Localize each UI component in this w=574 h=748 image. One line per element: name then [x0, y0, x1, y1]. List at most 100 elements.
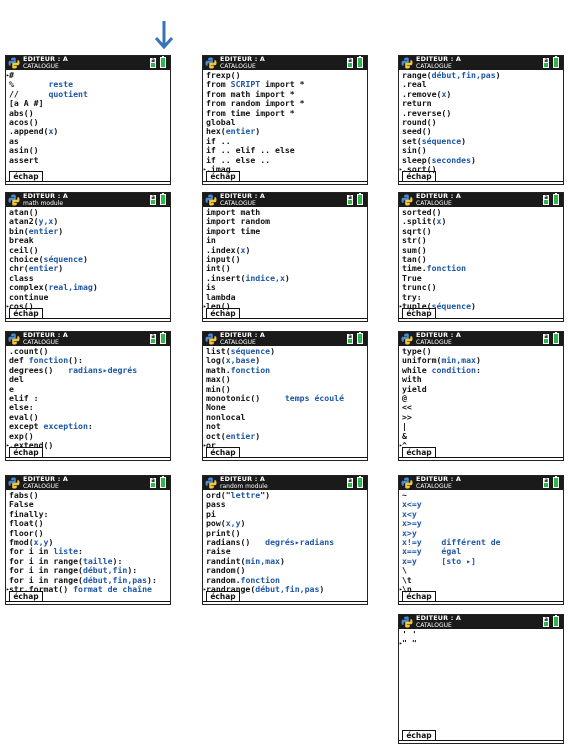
battery-icon [357, 56, 363, 68]
catalog-item[interactable]: yield [402, 384, 561, 394]
battery-icon [160, 476, 166, 488]
calculator-screen: ÉDITEUR : A CATALOGUE a type() uniform(min,m… [398, 331, 564, 461]
catalog-item[interactable]: >> [402, 412, 561, 422]
catalog-item-argument: séquence [421, 135, 462, 146]
status-bar: ÉDITEUR : Arandom module a [203, 476, 367, 490]
status-bar: ÉDITEUR : A CATALOGUE a [203, 332, 367, 346]
battery-icon [553, 615, 559, 627]
catalog-item[interactable]: ord("lettre") [206, 490, 365, 500]
battery-icon [160, 332, 166, 344]
catalog-item[interactable]: @ [402, 393, 561, 403]
catalog-subtitle: CATALOGUE [416, 483, 452, 490]
catalog-item[interactable]: ~ [402, 490, 561, 500]
editor-title: ÉDITEUR : A [416, 55, 462, 63]
editor-title: ÉDITEUR : A [23, 331, 69, 339]
catalog-subtitle: CATALOGUE [220, 63, 256, 70]
catalog-item[interactable]: degrees() radians▸degrés [9, 365, 168, 375]
catalog-subtitle: CATALOGUE [220, 339, 256, 346]
catalog-item[interactable]: ▸ " " [399, 639, 561, 648]
status-bar: ÉDITEUR : A CATALOGUE a [399, 476, 563, 490]
battery-icon [357, 476, 363, 488]
alpha-mode-icon: a [543, 334, 549, 344]
calculator-screen: ÉDITEUR : A CATALOGUE a .count() def fonctio… [5, 331, 171, 461]
catalog-item[interactable]: | [402, 421, 561, 431]
status-bar: ÉDITEUR : A CATALOGUE a [399, 193, 563, 207]
catalog-item-text: ) [255, 126, 261, 137]
catalog-item[interactable]: \t [402, 575, 561, 585]
battery-icon [553, 56, 559, 68]
catalog-item-text: ) [58, 263, 64, 274]
cursor-marker-icon: ▸ [399, 640, 403, 648]
calculator-screen: ÉDITEUR : A CATALOGUE a fabs() False finally:… [5, 475, 171, 605]
catalog-item-argument: indice,x [245, 272, 285, 283]
catalog-item[interactable]: x<y [402, 509, 561, 519]
catalog-subtitle: math module [23, 200, 64, 207]
status-bar: ÉDITEUR : A CATALOGUE a [203, 193, 367, 207]
catalog-item[interactable]: oct(entier) [206, 431, 365, 441]
battery-icon [160, 56, 166, 68]
catalog-item[interactable]: time.fonction [402, 264, 561, 273]
catalog-item-text: ) [319, 583, 325, 594]
escape-button[interactable]: échap [206, 171, 240, 182]
editor-title: ÉDITEUR : A [23, 475, 69, 483]
status-bar: ÉDITEUR : A CATALOGUE a [6, 476, 170, 490]
catalog-item[interactable]: nonlocal [206, 412, 365, 422]
catalog-item[interactable]: while condition: [402, 364, 561, 375]
alpha-mode-icon: a [150, 58, 156, 68]
catalog-item[interactable]: import time [206, 226, 365, 236]
alpha-mode-icon: a [543, 58, 549, 68]
catalog-item[interactable]: ' ' [402, 629, 561, 639]
catalog-item-text: : [475, 364, 481, 375]
catalog-item[interactable]: monotonic() temps écoulé [206, 393, 365, 403]
catalog-item[interactable]: x<=y [402, 500, 561, 509]
escape-button[interactable]: échap [206, 591, 240, 602]
catalog-item[interactable]: assert [9, 154, 168, 165]
catalog-subtitle: CATALOGUE [23, 339, 59, 346]
catalog-list: range(début,fin,pas) .real .remove(x) retur… [399, 70, 561, 174]
catalog-item[interactable]: x>=y [402, 518, 561, 528]
catalog-item[interactable]: pass [206, 500, 365, 509]
catalog-item[interactable]: .insert(indice,x) [206, 272, 365, 283]
escape-button[interactable]: échap [206, 447, 240, 458]
escape-button[interactable]: échap [402, 171, 436, 182]
catalog-item[interactable]: del [9, 374, 168, 384]
catalog-item[interactable]: << [402, 403, 561, 412]
catalog-item-argument: degrés▸radians [265, 536, 335, 547]
catalog-subtitle: CATALOGUE [220, 200, 256, 207]
catalog-item-text: ) [270, 346, 276, 356]
escape-button[interactable]: échap [402, 308, 436, 319]
catalog-item[interactable]: .append(x) [9, 127, 168, 136]
escape-button[interactable]: échap [9, 447, 43, 458]
catalog-item[interactable]: \ [402, 565, 561, 575]
escape-button[interactable]: échap [9, 591, 43, 602]
catalog-item-text: ) [82, 253, 88, 264]
status-bar: ÉDITEUR : A CATALOGUE a [6, 56, 170, 70]
calculator-screen: ÉDITEUR : A CATALOGUE a list(séquence) log(x… [202, 331, 368, 461]
catalog-list: sorted() .split(x) sqrt() str() sum() tan() ti… [399, 207, 561, 311]
catalog-item-text: ) [92, 282, 98, 293]
catalog-item[interactable]: & [402, 431, 561, 441]
python-logo-icon [205, 57, 217, 69]
escape-button[interactable]: échap [402, 447, 436, 458]
catalog-item[interactable]: trunc() [402, 282, 561, 292]
python-logo-icon [401, 477, 413, 489]
escape-button[interactable]: échap [9, 308, 43, 319]
escape-button[interactable]: échap [9, 171, 43, 182]
catalog-subtitle: CATALOGUE [416, 63, 452, 70]
python-logo-icon [8, 333, 20, 345]
editor-title: ÉDITEUR : A [416, 475, 462, 483]
escape-button[interactable]: échap [206, 308, 240, 319]
catalog-list: .count() def fonction(): degrees() radians… [6, 346, 168, 450]
escape-button[interactable]: échap [402, 730, 436, 741]
python-logo-icon [401, 194, 413, 206]
catalog-item-text: ) [53, 126, 59, 137]
battery-icon [160, 193, 166, 205]
catalog-item-argument: format de chaîne [73, 583, 152, 594]
catalog-item-text: ) [471, 300, 476, 311]
catalog-item-text: assert [9, 154, 39, 165]
editor-title: ÉDITEUR : A [220, 331, 266, 339]
catalog-item[interactable]: x=y [sto ▸] [402, 556, 561, 566]
catalog-subtitle: CATALOGUE [23, 483, 59, 490]
catalog-list: ▸ #% reste// quotient [a A #] abs() acos() .a… [6, 70, 168, 165]
escape-button[interactable]: échap [402, 591, 436, 602]
